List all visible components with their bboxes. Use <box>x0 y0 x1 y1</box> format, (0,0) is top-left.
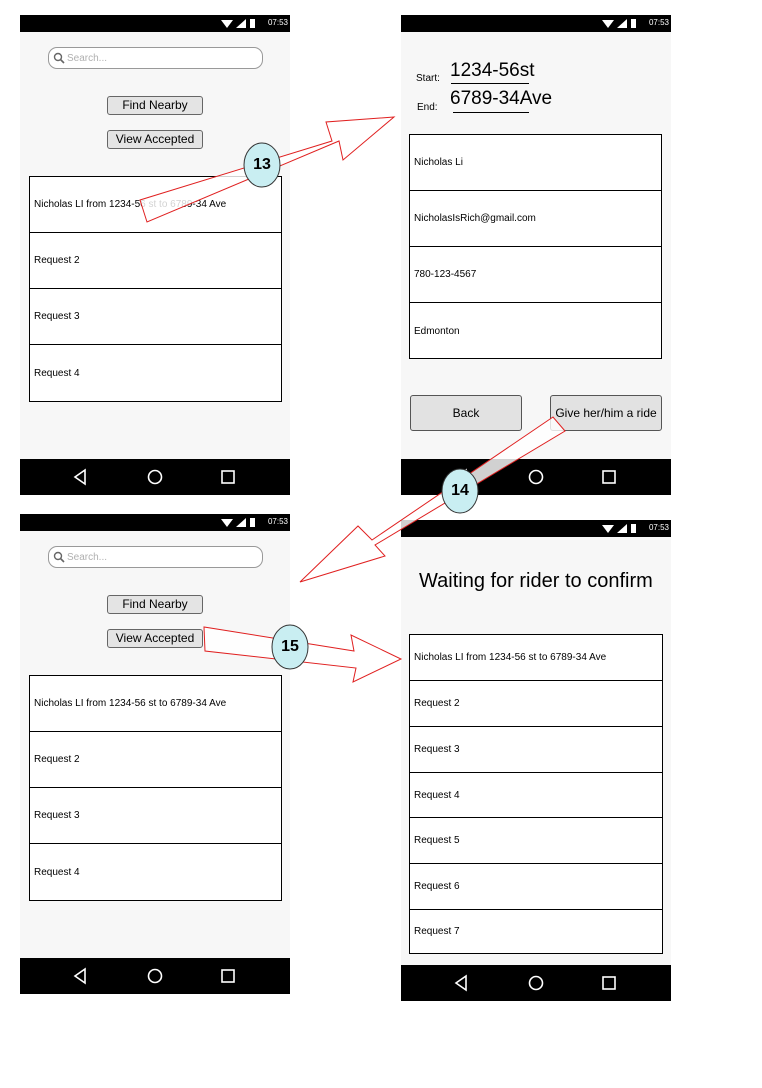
step-number-14: 14 <box>451 482 469 499</box>
step-number-13: 13 <box>253 156 271 173</box>
flow-arrow-14 <box>299 416 566 583</box>
flow-overlay <box>139 116 566 683</box>
step-number-15: 15 <box>281 638 299 655</box>
